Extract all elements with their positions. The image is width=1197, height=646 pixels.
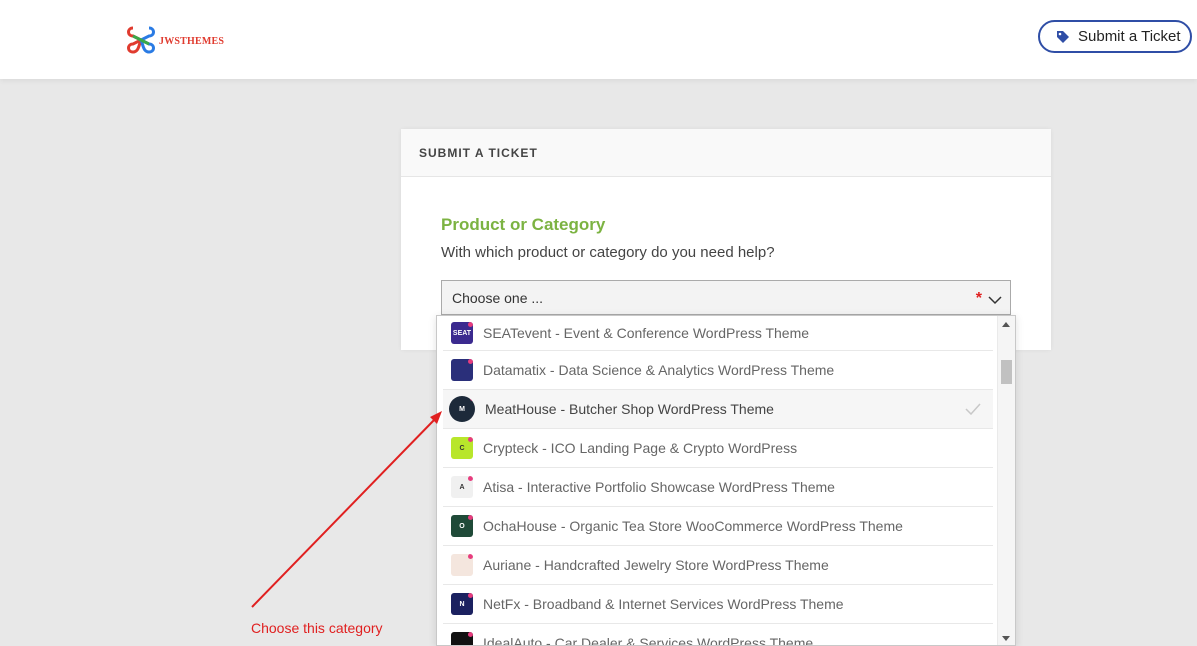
annotation-arrow [251,411,442,608]
annotation-text: Choose this category [251,620,383,636]
